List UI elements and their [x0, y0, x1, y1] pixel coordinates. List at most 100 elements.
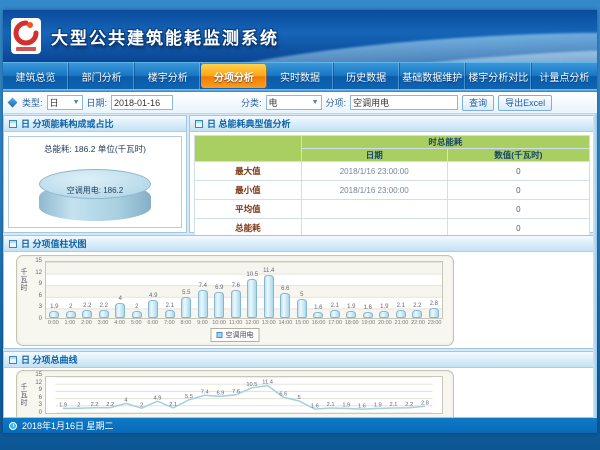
svg-text:6.6: 6.6 [279, 391, 287, 397]
bar-value-label: 2.1 [331, 303, 339, 309]
x-tick-label: 17:00 [327, 320, 344, 326]
x-tick-label: 2:00 [78, 320, 95, 326]
pie-chart[interactable]: 空调用电: 186.2 [39, 169, 151, 223]
bar-value-label: 1.9 [50, 304, 58, 310]
x-tick-label: 4:00 [111, 320, 128, 326]
bar[interactable] [429, 308, 439, 318]
svg-text:7.4: 7.4 [201, 389, 209, 395]
y-tick-label: 6 [39, 395, 42, 401]
bar[interactable] [181, 297, 191, 318]
typical-values-panel: 日 总能耗典型值分析 时总能耗 日期 数值(千瓦时) 最大值 2018/1/16… [189, 115, 595, 233]
panel-icon [9, 120, 17, 128]
bar[interactable] [379, 311, 389, 318]
query-button[interactable]: 查询 [462, 95, 494, 111]
bar[interactable] [231, 290, 241, 318]
nav-item-building-analysis[interactable]: 楼宇分析 [135, 63, 201, 89]
svg-text:10.5: 10.5 [246, 382, 257, 388]
logo-subtext [16, 47, 36, 51]
bar-chart-container: 千瓦时 03691215 1.922.22.2424.92.15.57.46.9… [16, 255, 454, 346]
row-date: 2018/1/16 23:00:00 [301, 162, 447, 181]
bar[interactable] [280, 293, 290, 318]
svg-text:1.9: 1.9 [59, 403, 67, 409]
bar[interactable] [330, 310, 340, 318]
row-label: 最小值 [195, 181, 302, 200]
y-tick-label: 0 [39, 316, 42, 322]
bar[interactable] [247, 279, 257, 318]
bar-value-label: 1.6 [314, 305, 322, 311]
x-tick-label: 3:00 [95, 320, 112, 326]
type-select[interactable]: 日▼ [47, 95, 83, 110]
y-tick-label: 12 [35, 380, 42, 386]
pie-slice-label: 空调用电: 186.2 [39, 185, 151, 196]
nav-item-metering-point-analysis[interactable]: 计量点分析 [532, 63, 597, 89]
subitem-input[interactable] [350, 95, 458, 110]
table-span-header: 时总能耗 [301, 136, 589, 149]
svg-text:2.1: 2.1 [390, 402, 398, 408]
bar[interactable] [346, 311, 356, 318]
bar[interactable] [297, 299, 307, 318]
row-value: 0 [447, 162, 589, 181]
row-value: 0 [447, 200, 589, 219]
pie-panel-header: 日 分项能耗构成或占比 [4, 116, 186, 132]
export-excel-button[interactable]: 导出Excel [498, 95, 552, 111]
nav-item-building-comparison[interactable]: 楼宇分析对比 [466, 63, 532, 89]
line-chart-panel: 日 分项总曲线 千瓦时 03691215 1.922.22.2424.92.15… [3, 351, 595, 418]
bar[interactable] [412, 310, 422, 318]
line-chart-plot[interactable]: 1.922.22.2424.92.15.57.46.97.610.511.46.… [45, 376, 443, 414]
x-tick-label: 9:00 [194, 320, 211, 326]
bar[interactable] [82, 310, 92, 318]
nav-item-history-data[interactable]: 历史数据 [334, 63, 400, 89]
typical-values-header: 日 总能耗典型值分析 [190, 116, 594, 132]
svg-text:1.6: 1.6 [311, 403, 319, 409]
date-input[interactable] [111, 95, 173, 110]
nav-item-realtime-data[interactable]: 实时数据 [267, 63, 333, 89]
nav-item-basic-data-maintenance[interactable]: 基础数据维护 [400, 63, 466, 89]
x-tick-label: 0:00 [45, 320, 62, 326]
typical-values-title: 日 总能耗典型值分析 [207, 117, 291, 130]
pie-panel-title: 日 分项能耗构成或占比 [21, 117, 114, 130]
x-tick-label: 22:00 [410, 320, 427, 326]
bar-slot: 2.2 [79, 262, 96, 318]
bar[interactable] [264, 275, 274, 318]
x-tick-label: 12:00 [244, 320, 261, 326]
bar-slot: 5 [294, 262, 311, 318]
x-tick-label: 18:00 [343, 320, 360, 326]
col-header-value: 数值(千瓦时) [447, 149, 589, 162]
x-tick-label: 21:00 [393, 320, 410, 326]
row-value: 0 [447, 181, 589, 200]
bar[interactable] [214, 292, 224, 318]
bar[interactable] [49, 311, 59, 318]
bar-chart-plot[interactable]: 1.922.22.2424.92.15.57.46.97.610.511.46.… [45, 261, 443, 319]
x-tick-label: 8:00 [178, 320, 195, 326]
clock-icon [9, 422, 17, 430]
nav-item-subitem-analysis[interactable]: 分项分析 [201, 64, 267, 88]
bar[interactable] [115, 303, 125, 318]
pie-panel: 日 分项能耗构成或占比 总能耗: 186.2 单位(千瓦时) 空调用电: 186… [3, 115, 187, 233]
bar[interactable] [66, 311, 76, 318]
bar[interactable] [165, 310, 175, 318]
category-select[interactable]: 电▼ [266, 95, 322, 110]
legend-label: 空调用电 [226, 330, 254, 340]
y-tick-label: 15 [35, 372, 42, 378]
bar[interactable] [132, 311, 142, 318]
bar-slot: 5.5 [178, 262, 195, 318]
nav-item-department-analysis[interactable]: 部门分析 [69, 63, 135, 89]
svg-text:2.8: 2.8 [421, 400, 429, 406]
bar-chart-legend: 空调用电 [211, 328, 260, 342]
vertical-scrollbar[interactable] [593, 114, 597, 418]
bar-slot: 2.2 [409, 262, 426, 318]
y-tick-label: 9 [39, 281, 42, 287]
x-tick-label: 13:00 [261, 320, 278, 326]
bar[interactable] [363, 312, 373, 318]
bar[interactable] [198, 290, 208, 318]
bar[interactable] [99, 310, 109, 318]
category-label: 分类: [241, 96, 262, 109]
bar-value-label: 4.9 [149, 293, 157, 299]
bar[interactable] [148, 300, 158, 318]
bar[interactable] [396, 310, 406, 318]
bar-slot: 1.9 [343, 262, 360, 318]
bar-value-label: 1.9 [347, 304, 355, 310]
bar[interactable] [313, 312, 323, 318]
bar-slot: 4 [112, 262, 129, 318]
nav-item-building-overview[interactable]: 建筑总览 [3, 63, 69, 89]
